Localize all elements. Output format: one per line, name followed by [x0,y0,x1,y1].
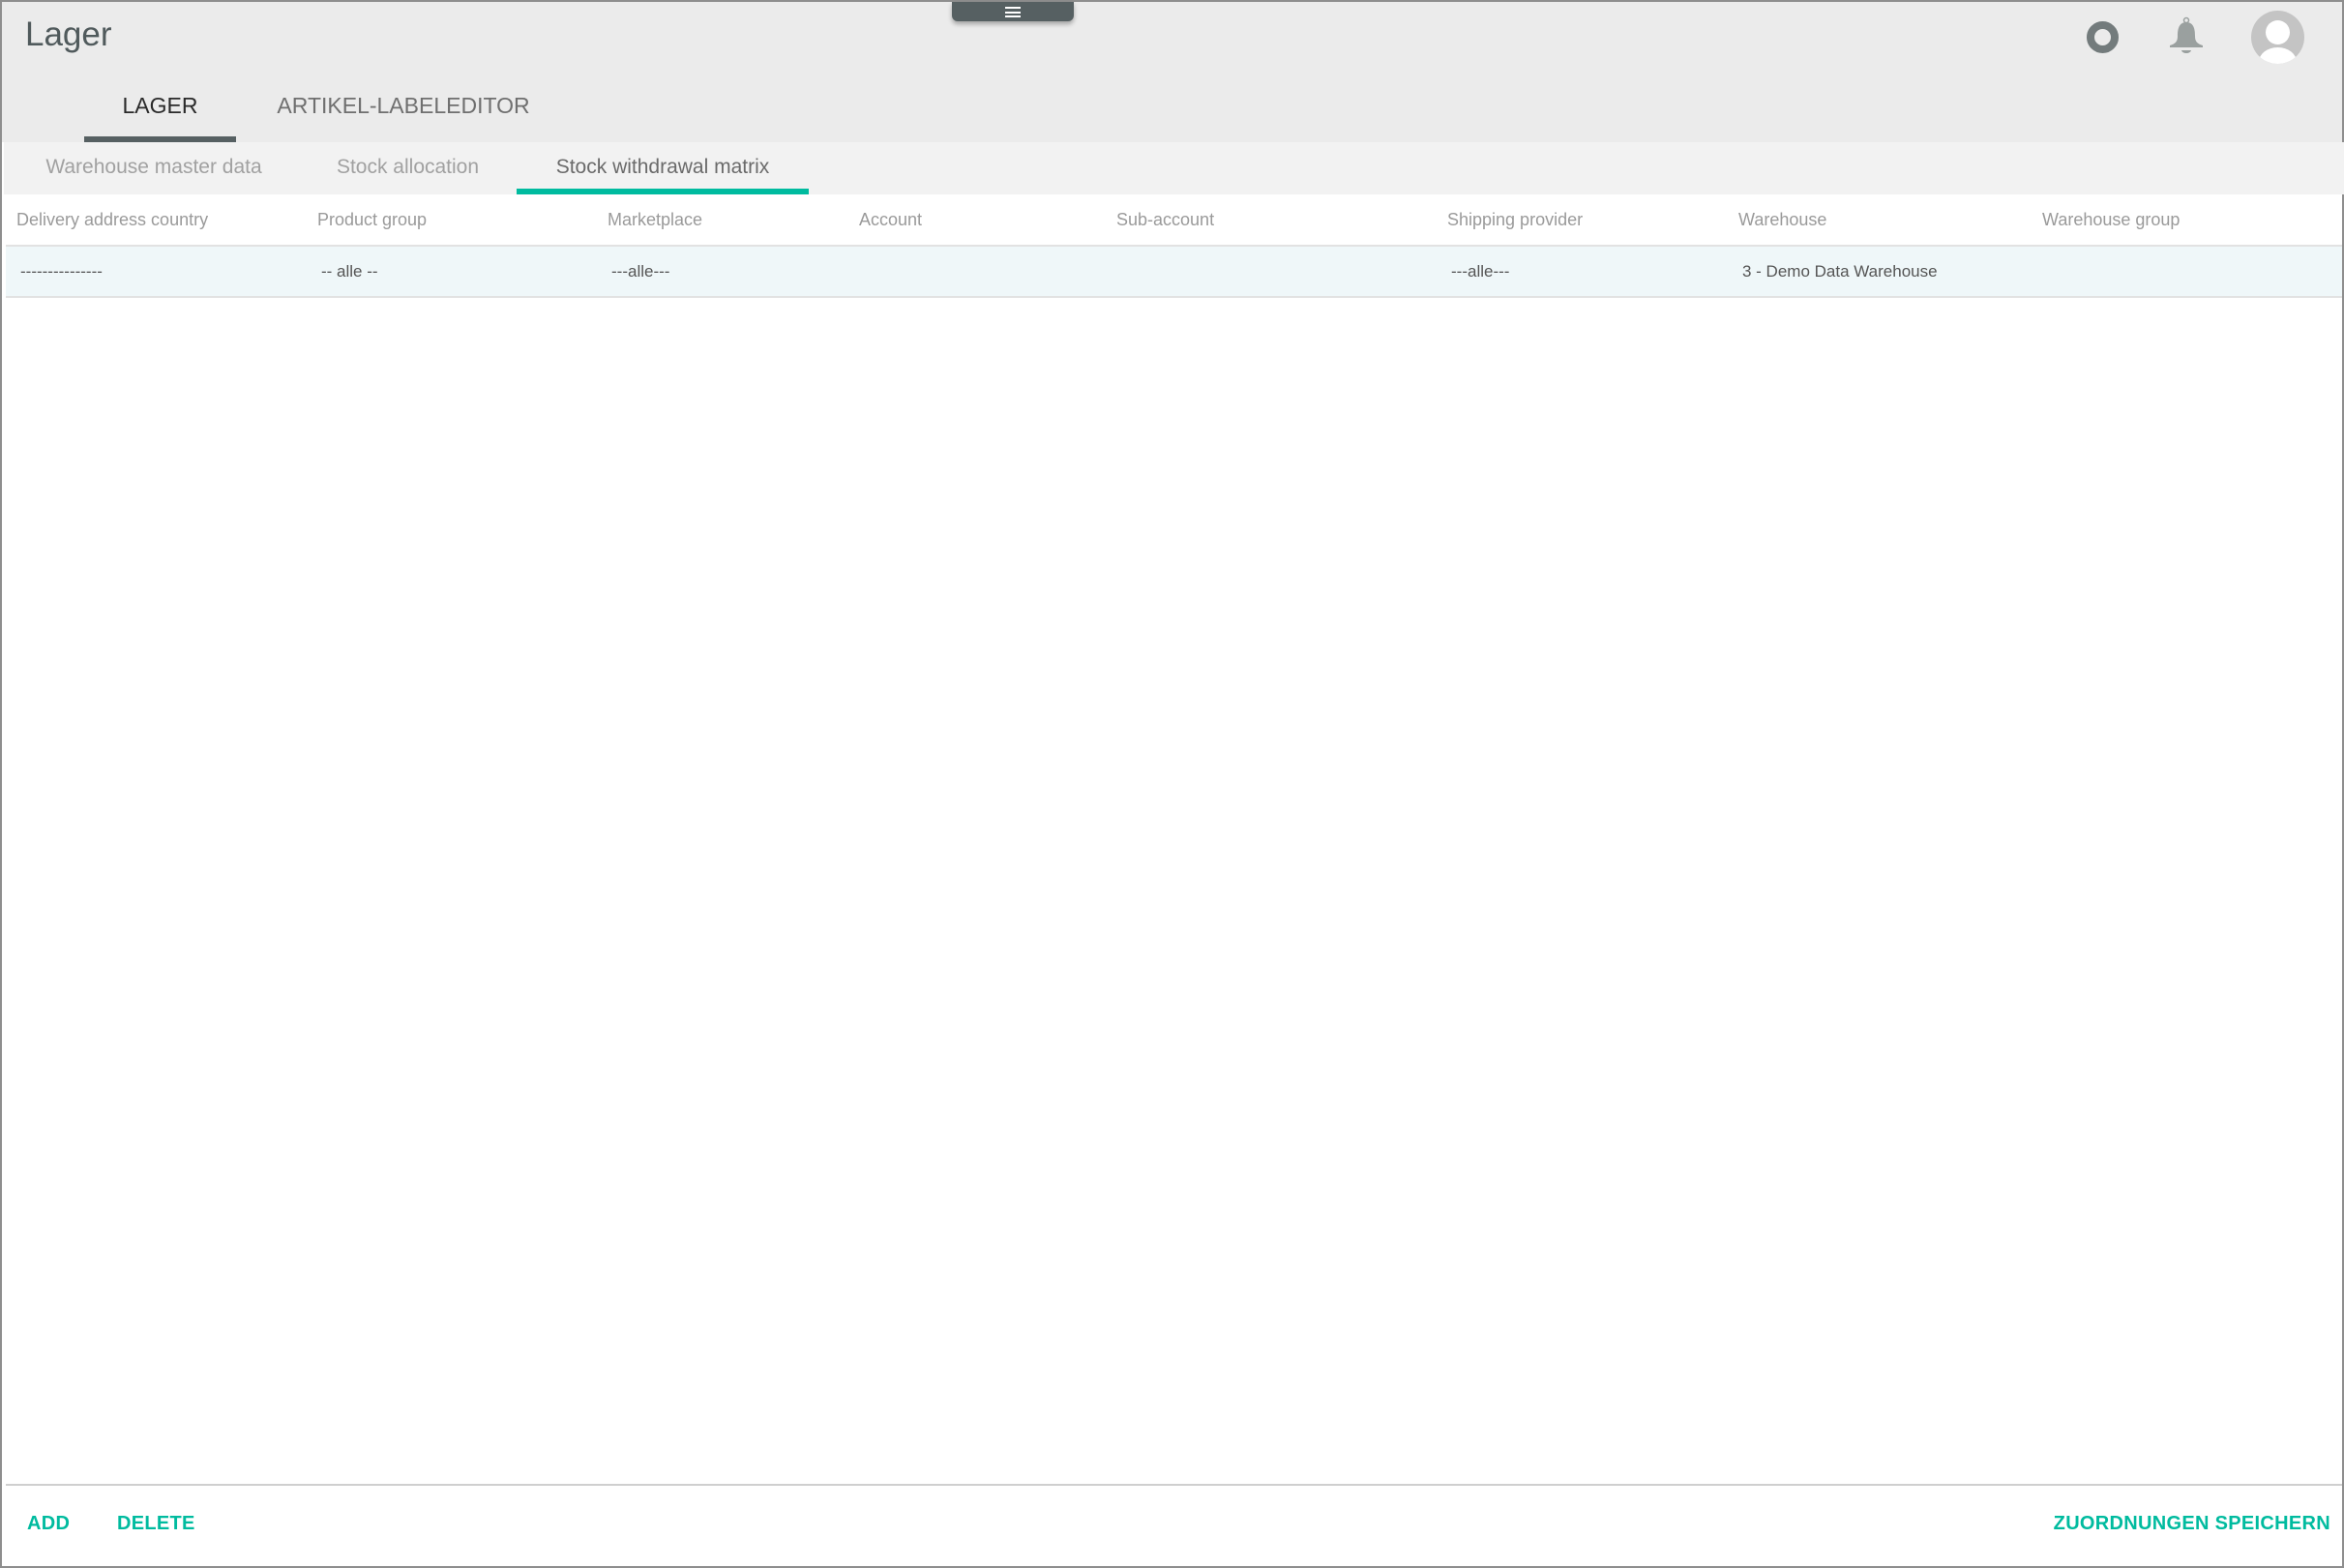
cell-product-group[interactable]: -- alle -- [321,247,378,296]
table-row[interactable]: --------------- -- alle -- ---alle--- --… [6,247,2342,298]
top-bar: Lager LAGER ARTIKEL-LABELEDITOR [2,2,2342,142]
avatar-head-icon [2266,20,2290,44]
grid-header-row: Delivery address country Product group M… [6,194,2342,247]
sub-tab-bar: Warehouse master data Stock allocation S… [4,142,2344,194]
bell-icon[interactable] [2169,16,2204,57]
column-header-warehouse[interactable]: Warehouse [1738,194,1826,245]
app-title: Lager [25,15,112,53]
app-window: Lager LAGER ARTIKEL-LABELEDITOR Warehous… [0,0,2344,1568]
stock-withdrawal-grid: Delivery address country Product group M… [6,194,2342,298]
column-header-warehouse-group[interactable]: Warehouse group [2042,194,2180,245]
main-tab-bar: LAGER ARTIKEL-LABELEDITOR [2,84,2342,142]
subtab-warehouse-master-data[interactable]: Warehouse master data [23,142,284,194]
column-header-sub-account[interactable]: Sub-account [1116,194,1214,245]
tab-lager[interactable]: LAGER [84,84,236,142]
user-avatar[interactable] [2251,11,2304,64]
avatar-body-icon [2259,47,2297,64]
delete-button[interactable]: DELETE [117,1513,195,1535]
add-button[interactable]: ADD [27,1513,70,1535]
circle-status-icon[interactable] [2087,21,2119,53]
cell-warehouse[interactable]: 3 - Demo Data Warehouse [1742,247,1938,296]
subtab-stock-withdrawal-matrix[interactable]: Stock withdrawal matrix [517,142,809,194]
column-header-product-group[interactable]: Product group [317,194,427,245]
save-assignments-button[interactable]: ZUORDNUNGEN SPEICHERN [2054,1513,2330,1535]
column-header-delivery-address-country[interactable]: Delivery address country [16,194,208,245]
tab-artikel-labeleditor[interactable]: ARTIKEL-LABELEDITOR [263,84,544,142]
footer-toolbar: ADD DELETE ZUORDNUNGEN SPEICHERN [6,1484,2342,1566]
hamburger-icon [1005,6,1021,17]
subtab-stock-allocation[interactable]: Stock allocation [318,142,497,194]
cell-delivery-address-country[interactable]: --------------- [20,247,103,296]
column-header-account[interactable]: Account [859,194,922,245]
cell-shipping-provider[interactable]: ---alle--- [1451,247,1509,296]
cell-marketplace[interactable]: ---alle--- [611,247,669,296]
column-header-marketplace[interactable]: Marketplace [608,194,702,245]
column-header-shipping-provider[interactable]: Shipping provider [1447,194,1583,245]
menu-toggle-button[interactable] [952,2,1074,21]
